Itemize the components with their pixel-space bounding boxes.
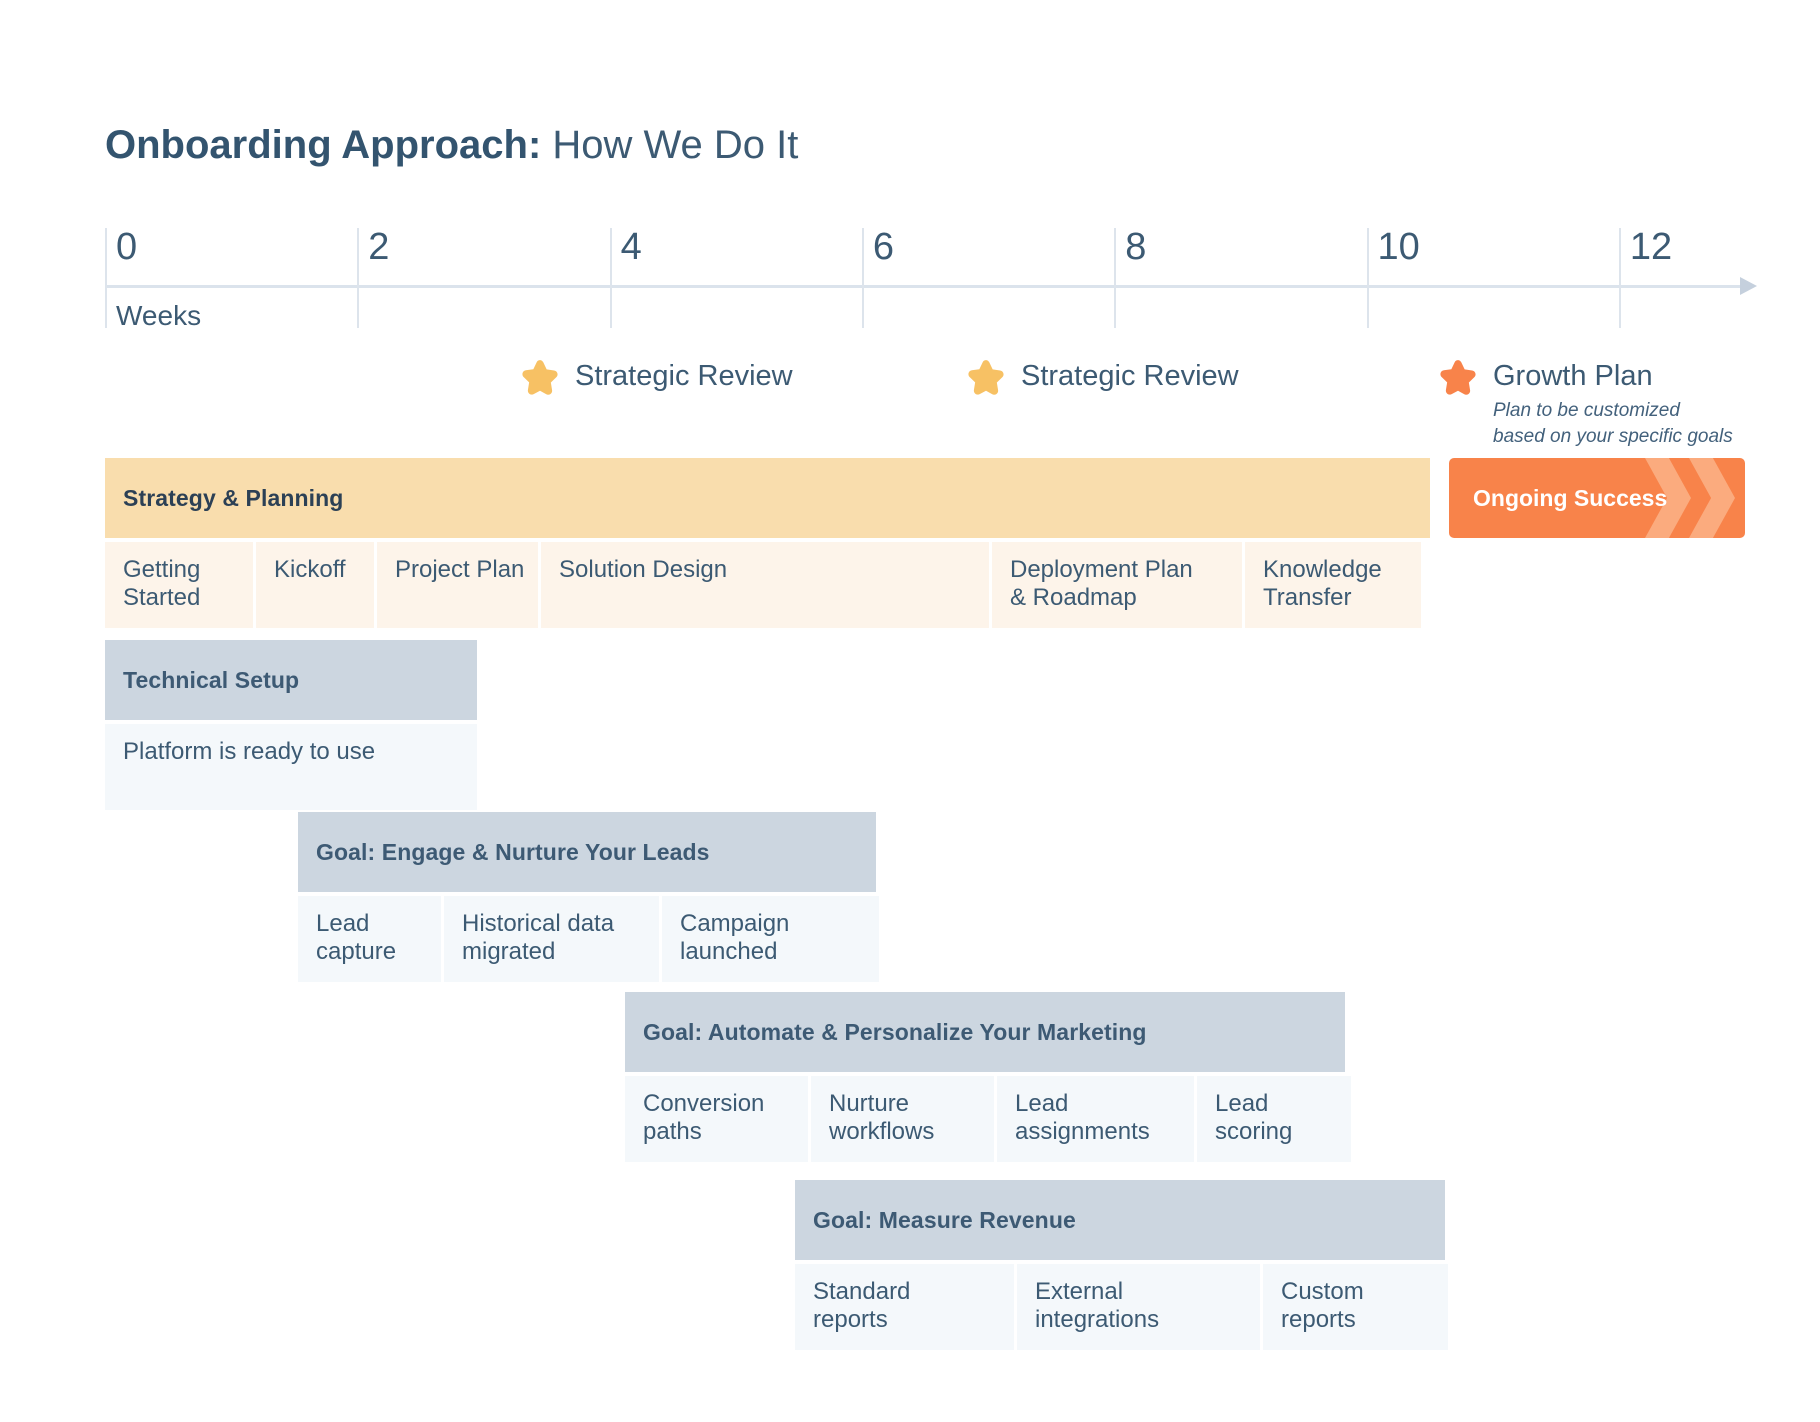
- lane-header-goal-automate-personalize[interactable]: Goal: Automate & Personalize Your Market…: [625, 992, 1345, 1072]
- timeline-tick-label: 12: [1629, 226, 1673, 268]
- page-title-light: How We Do It: [541, 122, 799, 167]
- milestone-1[interactable]: Strategic Review: [519, 355, 793, 399]
- star-icon: [968, 360, 1004, 395]
- milestone-3[interactable]: Growth Plan Plan to be customized based on…: [1437, 355, 1733, 449]
- timeline-axis: 0 2 4 6 8 10 12 Weeks: [105, 226, 1757, 353]
- lane-subrow-goal-measure-revenue: Standard reports External integrations Custo…: [795, 1264, 1448, 1350]
- lane-technical-setup: Technical Setup Platform is ready to use: [105, 640, 477, 810]
- lane-strategy-planning: Strategy & Planning Getting Started Kickoff…: [105, 458, 1430, 628]
- lane-cell[interactable]: Getting Started: [105, 542, 253, 628]
- lane-goal-measure-revenue: Goal: Measure Revenue Standard reports Exte…: [795, 1180, 1448, 1350]
- milestone-text: Strategic Review: [575, 355, 793, 397]
- milestone-label: Strategic Review: [1021, 360, 1239, 392]
- timeline-tick-label: 4: [620, 226, 642, 268]
- lane-header-strategy-planning[interactable]: Strategy & Planning: [105, 458, 1430, 538]
- lane-subrow-strategy-planning: Getting Started Kickoff Project Plan Solutio…: [105, 542, 1430, 628]
- lane-header-goal-measure-revenue[interactable]: Goal: Measure Revenue: [795, 1180, 1445, 1260]
- lane-cell[interactable]: External integrations: [1017, 1264, 1260, 1350]
- page-title: Onboarding Approach: How We Do It: [105, 121, 798, 169]
- lane-header-goal-engage-nurture[interactable]: Goal: Engage & Nurture Your Leads: [298, 812, 876, 892]
- lane-cell[interactable]: Knowledge Transfer: [1245, 542, 1421, 628]
- lane-cell[interactable]: Campaign launched: [662, 896, 879, 982]
- ongoing-success-label: Ongoing Success: [1473, 484, 1668, 511]
- lane-cell[interactable]: Standard reports: [795, 1264, 1014, 1350]
- ongoing-success-banner[interactable]: Ongoing Success: [1449, 458, 1745, 538]
- timeline-tick-label: 0: [116, 226, 138, 268]
- lane-goal-automate-personalize: Goal: Automate & Personalize Your Market…: [625, 992, 1351, 1162]
- milestone-text: Growth Plan Plan to be customized based on…: [1493, 355, 1733, 449]
- lane-cell[interactable]: Lead scoring: [1197, 1076, 1351, 1162]
- timeline-tick-label: 8: [1125, 226, 1147, 268]
- lane-cell[interactable]: Solution Design: [541, 542, 989, 628]
- milestone-text: Strategic Review: [1021, 355, 1239, 397]
- lane-cell[interactable]: Custom reports: [1263, 1264, 1448, 1350]
- timeline-tick-label: 6: [872, 226, 895, 268]
- lane-subrow-goal-automate-personalize: Conversion paths Nurture workflows Lead assig…: [625, 1076, 1351, 1162]
- milestone-label: Growth Plan: [1493, 360, 1653, 392]
- lane-cell[interactable]: Conversion paths: [625, 1076, 808, 1162]
- lane-cell[interactable]: Project Plan: [377, 542, 538, 628]
- timeline-tick-label: 10: [1377, 226, 1420, 268]
- milestone-subtext: Plan to be customized based on your speci…: [1493, 400, 1733, 447]
- lane-cell[interactable]: Lead assignments: [997, 1076, 1194, 1162]
- star-icon: [1440, 360, 1476, 395]
- lane-subrow-goal-engage-nurture: Lead capture Historical data migrated Campai…: [298, 896, 879, 982]
- lane-header-technical-setup[interactable]: Technical Setup: [105, 640, 477, 720]
- lane-goal-engage-nurture: Goal: Engage & Nurture Your Leads Lead cap…: [298, 812, 879, 982]
- lane-cell[interactable]: Kickoff: [256, 542, 374, 628]
- lane-cell[interactable]: Platform is ready to use: [105, 724, 477, 810]
- timeline-tick-label: 2: [368, 226, 390, 268]
- lane-cell[interactable]: Historical data migrated: [444, 896, 659, 982]
- timeline-axis-line: [105, 285, 1745, 288]
- arrow-right-icon: [1740, 277, 1757, 295]
- milestone-2[interactable]: Strategic Review: [965, 355, 1239, 399]
- lane-subrow-technical-setup: Platform is ready to use: [105, 724, 477, 810]
- lane-cell[interactable]: Lead capture: [298, 896, 441, 982]
- page-title-bold: Onboarding Approach:: [105, 122, 542, 167]
- lane-cell[interactable]: Deployment Plan & Roadmap: [992, 542, 1242, 628]
- milestone-label: Strategic Review: [575, 360, 793, 392]
- lane-cell[interactable]: Nurture workflows: [811, 1076, 994, 1162]
- timeline-unit-label: Weeks: [116, 300, 202, 331]
- star-icon: [522, 360, 558, 395]
